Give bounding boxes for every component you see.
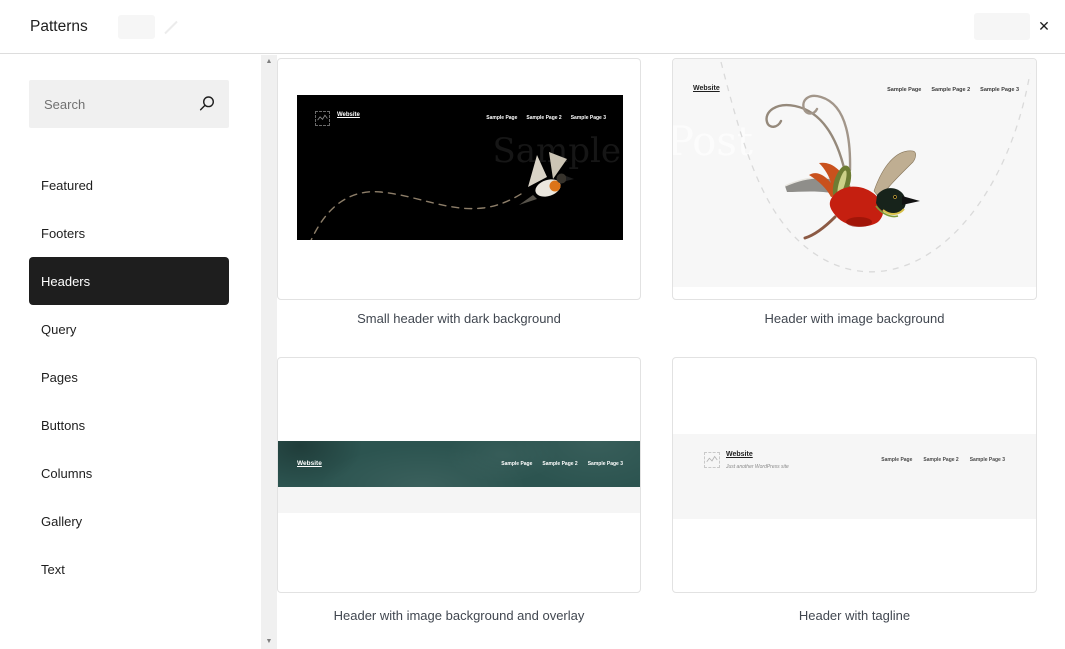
sidebar-item-label: Buttons	[41, 417, 86, 433]
preview-site-title: Website	[337, 112, 360, 118]
pattern-title: Header with image background	[764, 311, 945, 326]
site-logo-placeholder	[315, 111, 330, 126]
sidebar-item-label: Gallery	[41, 513, 83, 529]
preview-nav-item: Sample Page	[501, 461, 533, 467]
preview-nav-item: Sample Page 3	[570, 115, 606, 121]
patterns-modal: Patterns ✕ Featured Footers Headers Quer…	[0, 0, 1065, 649]
sidebar-item-label: Footers	[41, 225, 86, 241]
site-logo-placeholder	[704, 452, 720, 468]
preview-nav: Sample Page Sample Page 2 Sample Page 3	[887, 87, 1019, 93]
preview-site-title: Website	[693, 85, 720, 92]
sidebar-item-headers[interactable]: Headers	[29, 257, 229, 305]
preview-nav-item: Sample Page 2	[931, 87, 971, 93]
modal-title: Patterns	[30, 17, 88, 35]
pattern-title: Small header with dark background	[357, 311, 561, 326]
sidebar-item-label: Columns	[41, 465, 93, 481]
preview-image-header: Post Website Sample Page Sample Page 2 S…	[673, 59, 1036, 287]
pattern-sidebar: Featured Footers Headers Query Pages But…	[29, 80, 229, 593]
vertical-scrollbar[interactable]: ▲ ▼	[261, 55, 277, 649]
pattern-card-image-overlay[interactable]: Website Sample Page Sample Page 2 Sample…	[277, 357, 641, 593]
sidebar-item-pages[interactable]: Pages	[29, 353, 229, 401]
bird-illustration	[720, 61, 1031, 273]
sidebar-item-label: Headers	[41, 273, 91, 289]
preview-tagline: Just another WordPress site	[726, 464, 789, 470]
sidebar-item-gallery[interactable]: Gallery	[29, 497, 229, 545]
scroll-down-icon[interactable]: ▼	[266, 635, 273, 649]
scroll-up-icon[interactable]: ▲	[266, 55, 273, 69]
sidebar-item-label: Pages	[41, 369, 78, 385]
sidebar-item-columns[interactable]: Columns	[29, 449, 229, 497]
close-icon[interactable]: ✕	[1031, 13, 1057, 39]
sidebar-item-buttons[interactable]: Buttons	[29, 401, 229, 449]
sidebar-item-featured[interactable]: Featured	[29, 161, 229, 209]
sidebar-item-query[interactable]: Query	[29, 305, 229, 353]
preview-nav-item: Sample Page	[881, 457, 913, 463]
pattern-card-small-header-dark[interactable]: Sample Website Sample Page Sample Page 2…	[277, 58, 641, 300]
preview-overlay-header: Website Sample Page Sample Page 2 Sample…	[278, 441, 640, 487]
sidebar-item-label: Featured	[41, 177, 94, 193]
sidebar-item-footers[interactable]: Footers	[29, 209, 229, 257]
preview-nav: Sample Page Sample Page 2 Sample Page 3	[501, 461, 623, 467]
pattern-card-tagline[interactable]: Website Just another WordPress site Samp…	[672, 357, 1037, 593]
modal-header: Patterns ✕	[0, 0, 1065, 54]
pattern-title: Header with image background and overlay	[333, 608, 585, 623]
ghost-toolbar-item	[118, 15, 155, 39]
sidebar-item-label: Text	[41, 561, 65, 577]
category-list: Featured Footers Headers Query Pages But…	[29, 161, 229, 593]
search-box	[29, 80, 229, 128]
preview-nav-item: Sample Page 2	[542, 461, 578, 467]
sidebar-item-label: Query	[41, 321, 77, 337]
search-icon	[198, 95, 216, 113]
preview-nav-item: Sample Page	[486, 115, 518, 121]
preview-nav-item: Sample Page 3	[587, 461, 623, 467]
preview-nav-item: Sample Page	[887, 87, 922, 93]
preview-tagline-header: Website Just another WordPress site Samp…	[673, 434, 1036, 519]
preview-nav: Sample Page Sample Page 2 Sample Page 3	[486, 115, 606, 121]
preview-nav: Sample Page Sample Page 2 Sample Page 3	[881, 457, 1005, 463]
preview-nav-item: Sample Page 2	[923, 457, 959, 463]
preview-content-strip	[278, 487, 640, 513]
preview-site-title: Website	[726, 451, 753, 458]
pattern-title: Header with tagline	[798, 608, 911, 623]
preview-nav-item: Sample Page 3	[969, 457, 1005, 463]
ghost-toolbar-item	[974, 13, 1030, 40]
ghost-pencil-icon	[164, 20, 178, 35]
preview-nav-item: Sample Page 2	[526, 115, 562, 121]
preview-dark-header: Sample Website Sample Page Sample Page 2…	[297, 95, 623, 240]
sidebar-item-text[interactable]: Text	[29, 545, 229, 593]
preview-nav-item: Sample Page 3	[980, 87, 1019, 93]
pattern-card-image-background[interactable]: Post Website Sample Page Sample Page 2 S…	[672, 58, 1037, 300]
preview-site-title: Website	[297, 460, 322, 467]
